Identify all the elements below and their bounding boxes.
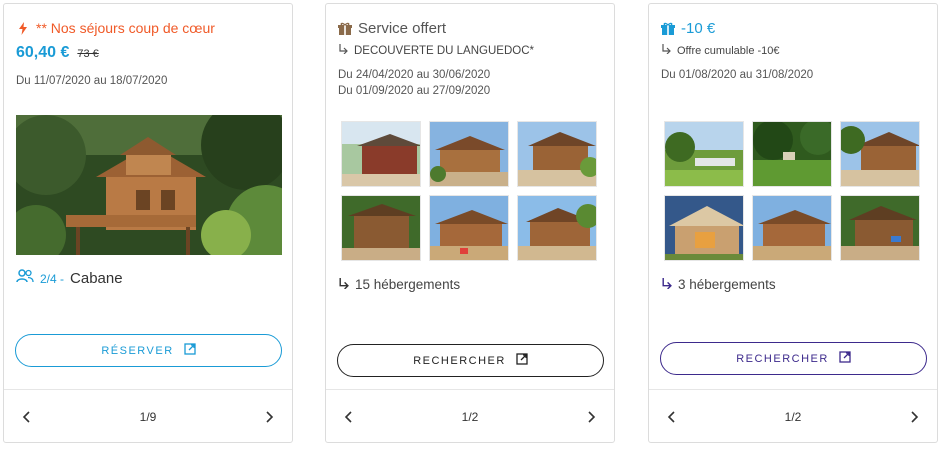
chevron-right-icon[interactable] <box>584 409 600 425</box>
date-line: Du 01/09/2020 au 27/09/2020 <box>338 85 491 97</box>
offer-card-cabane: ** Nos séjours coup de cœur 60,40 € 73 €… <box>3 3 293 443</box>
date-line: Du 01/08/2020 au 31/08/2020 <box>661 69 814 81</box>
chalet-photo[interactable] <box>840 195 920 261</box>
chalet-photo[interactable] <box>429 121 509 187</box>
offer-subtitle: Offre cumulable -10€ <box>677 44 780 57</box>
card-header-text: Service offert <box>358 20 447 37</box>
offer-subtitle-row: DECOUVERTE DU LANGUEDOC* <box>338 44 534 57</box>
date-range: Du 11/07/2020 au 18/07/2020 <box>16 73 167 89</box>
current-price: 60,40 € <box>16 44 70 61</box>
campsite-photo[interactable] <box>664 121 744 187</box>
page-indicator: 1/2 <box>461 409 479 424</box>
chalet-photo[interactable] <box>752 195 832 261</box>
external-link-icon <box>184 343 196 358</box>
accommodation-count: 15 hébergements <box>355 277 461 292</box>
search-button[interactable]: RECHERCHER <box>660 342 927 375</box>
chevron-right-icon[interactable] <box>907 409 923 425</box>
chevron-left-icon[interactable] <box>663 409 679 425</box>
page-indicator: 1/2 <box>784 409 802 424</box>
chalet-photo[interactable] <box>840 121 920 187</box>
accommodation-count-row: 15 hébergements <box>338 277 460 292</box>
chalet-photo[interactable] <box>517 121 597 187</box>
pager: 1/9 <box>4 389 292 444</box>
chalet-photo[interactable] <box>517 195 597 261</box>
search-button-label: RECHERCHER <box>413 354 506 367</box>
old-price: 73 € <box>77 48 99 60</box>
accommodation-count-row: 3 hébergements <box>661 277 776 292</box>
external-link-icon <box>516 353 528 368</box>
external-link-icon <box>839 351 851 366</box>
card-header: -10 € <box>661 20 715 37</box>
offer-card-service-offert: Service offert DECOUVERTE DU LANGUEDOC* … <box>325 3 615 443</box>
card-header: Service offert <box>338 20 446 37</box>
reserve-button-label: RÉSERVER <box>101 344 174 357</box>
offer-subtitle-row: Offre cumulable -10€ <box>661 44 780 57</box>
chalet-photo[interactable] <box>341 195 421 261</box>
chalet-photo[interactable] <box>429 195 509 261</box>
reserve-button[interactable]: RÉSERVER <box>15 334 282 367</box>
campsite-photo[interactable] <box>752 121 832 187</box>
photo-grid <box>341 121 601 261</box>
pager: 1/2 <box>649 389 937 444</box>
search-button[interactable]: RECHERCHER <box>337 344 604 377</box>
date-line: Du 24/04/2020 au 30/06/2020 <box>338 69 491 81</box>
photo-grid <box>664 121 924 261</box>
date-line: Du 11/07/2020 au 18/07/2020 <box>16 75 168 87</box>
page-indicator: 1/9 <box>139 409 157 424</box>
chevron-left-icon[interactable] <box>18 409 34 425</box>
people-icon <box>16 269 34 288</box>
arrow-return-icon <box>338 44 348 57</box>
search-button-label: RECHERCHER <box>736 352 829 365</box>
chevron-left-icon[interactable] <box>340 409 356 425</box>
price-row: 60,40 € 73 € <box>16 44 99 62</box>
chevron-right-icon[interactable] <box>262 409 278 425</box>
date-range: Du 01/08/2020 au 31/08/2020 <box>661 67 813 83</box>
offer-card-discount: -10 € Offre cumulable -10€ Du 01/08/2020… <box>648 3 938 443</box>
cabane-photo[interactable] <box>16 115 282 255</box>
card-header: ** Nos séjours coup de cœur <box>16 20 215 36</box>
card-header-text: ** Nos séjours coup de cœur <box>36 20 215 36</box>
accommodation-type: Cabane <box>70 270 123 287</box>
date-range: Du 24/04/2020 au 30/06/2020 Du 01/09/202… <box>338 67 490 99</box>
arrow-return-icon <box>338 277 349 292</box>
card-header-text: -10 € <box>681 20 716 37</box>
tent-photo[interactable] <box>664 195 744 261</box>
capacity-text: 2/4 - <box>40 271 65 286</box>
capacity-row: 2/4 - Cabane <box>16 269 123 288</box>
pager: 1/2 <box>326 389 614 444</box>
lightning-icon <box>16 21 30 35</box>
gift-icon <box>661 22 675 36</box>
gift-icon <box>338 22 352 36</box>
accommodation-count: 3 hébergements <box>678 277 776 292</box>
offer-subtitle: DECOUVERTE DU LANGUEDOC* <box>354 44 534 57</box>
chalet-photo[interactable] <box>341 121 421 187</box>
arrow-return-icon <box>661 44 671 57</box>
arrow-return-icon <box>661 277 672 292</box>
